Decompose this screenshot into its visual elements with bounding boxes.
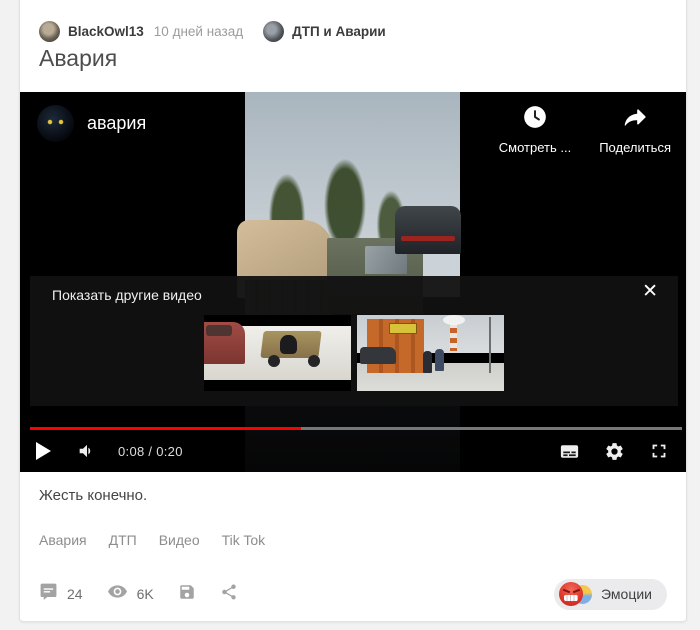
thumb1-person [280, 335, 297, 354]
player-top-buttons: Смотреть ... Поделиться [499, 104, 671, 155]
post-tags: Авария ДТП Видео Tik Tok [39, 532, 265, 548]
thumb2-person [423, 351, 432, 373]
post-time: 10 дней назад [153, 24, 244, 39]
player-top-bar: авария [37, 105, 146, 142]
thumb2-smoke [443, 315, 465, 325]
video-title[interactable]: авария [87, 113, 146, 134]
views-count: 6K [136, 586, 154, 602]
post-card: BlackOwl13 10 дней назад ДТП и Аварии Ав… [19, 0, 687, 622]
post-description: Жесть конечно. [39, 487, 148, 504]
share-nodes-icon [220, 583, 238, 606]
post-title[interactable]: Авария [39, 45, 117, 72]
fullscreen-icon[interactable] [648, 440, 670, 462]
time-display: 0:08 / 0:20 [118, 443, 183, 459]
channel-avatar[interactable] [37, 105, 74, 142]
player-right-controls [558, 440, 670, 463]
more-videos-overlay: Показать другие видео ✕ [30, 276, 678, 406]
author-name[interactable]: BlackOwl13 [68, 24, 144, 39]
comments-button[interactable]: 24 [39, 582, 83, 606]
post-footer: 24 6K Эмоции [39, 577, 667, 611]
emotions-button[interactable]: Эмоции [554, 578, 667, 610]
subtitles-icon[interactable] [558, 440, 581, 463]
play-button[interactable] [36, 442, 51, 460]
volume-icon[interactable] [76, 440, 98, 462]
thumb2-pole [489, 317, 491, 373]
suggested-videos [30, 315, 678, 391]
views-stat: 6K [107, 581, 154, 607]
community-name[interactable]: ДТП и Аварии [292, 24, 386, 39]
tag-dtp[interactable]: ДТП [109, 532, 137, 548]
thumb1-scene [204, 322, 351, 380]
video-suv [395, 206, 461, 254]
save-button[interactable] [178, 583, 196, 606]
emotions-label: Эмоции [601, 586, 652, 602]
thumb2-suv [360, 347, 396, 364]
watch-later-label: Смотреть ... [498, 140, 572, 155]
suggested-video-2[interactable] [357, 315, 504, 391]
post-header: BlackOwl13 10 дней назад ДТП и Аварии [39, 21, 386, 42]
video-suv-taillight [401, 236, 455, 241]
angry-emoji-icon [559, 581, 584, 606]
thumb1-wheel [268, 355, 280, 367]
thumb1-wheel [308, 355, 320, 367]
more-videos-title: Показать другие видео [52, 287, 202, 303]
author-avatar[interactable] [39, 21, 60, 42]
settings-gear-icon[interactable] [604, 441, 625, 462]
tag-video[interactable]: Видео [159, 532, 200, 548]
close-icon[interactable]: ✕ [642, 282, 658, 301]
tag-avaria[interactable]: Авария [39, 532, 87, 548]
watch-later-button[interactable]: Смотреть ... [499, 104, 571, 155]
share-arrow-icon [622, 104, 648, 133]
community-avatar[interactable] [263, 21, 285, 42]
comments-count: 24 [67, 586, 83, 602]
thumb1-car-window [206, 325, 232, 336]
clock-icon [522, 104, 548, 133]
thumb2-sign [389, 323, 417, 334]
player-controls: 0:08 / 0:20 [20, 430, 686, 472]
comments-icon [39, 582, 58, 606]
suggested-video-1[interactable] [204, 315, 351, 391]
thumb2-chimney [450, 323, 457, 351]
video-player[interactable]: авария Смотреть ... Поделиться Показать … [20, 92, 686, 472]
eye-icon [107, 581, 128, 607]
page: BlackOwl13 10 дней назад ДТП и Аварии Ав… [0, 0, 700, 630]
floppy-save-icon [178, 583, 196, 606]
tag-tiktok[interactable]: Tik Tok [222, 532, 266, 548]
share-button[interactable]: Поделиться [599, 104, 671, 155]
share-label: Поделиться [599, 140, 671, 155]
emotions-emoji-icon [559, 581, 593, 607]
thumb2-person [435, 349, 444, 371]
share-post-button[interactable] [220, 583, 238, 606]
